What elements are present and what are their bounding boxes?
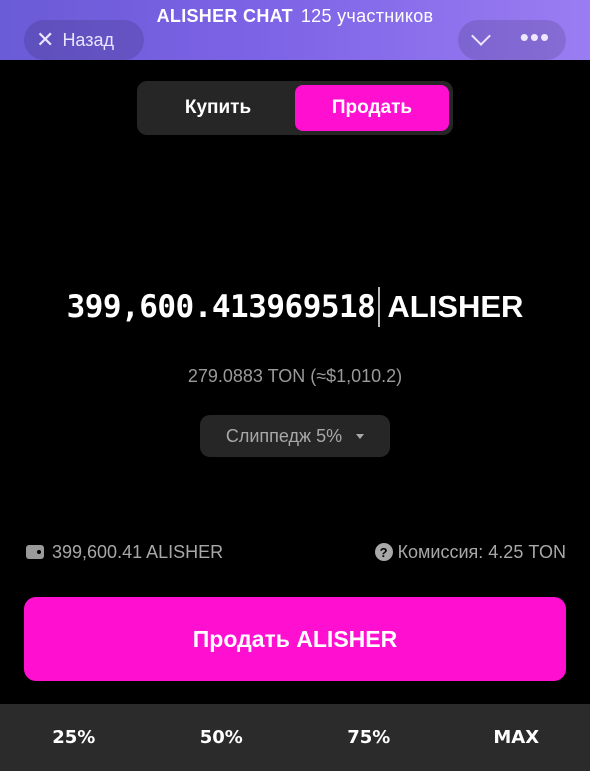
amount-input[interactable]: 399,600.413969518 ALISHER <box>0 282 590 332</box>
caret-down-icon <box>356 433 365 439</box>
sell-button[interactable]: Продать ALISHER <box>24 597 566 681</box>
back-label: Назад <box>62 29 115 50</box>
chat-name: ALISHER CHAT <box>156 6 293 26</box>
slippage-selector[interactable]: Слиппедж 5% <box>200 415 390 457</box>
tab-sell[interactable]: Продать <box>295 85 449 131</box>
header-actions: ••• <box>458 20 566 60</box>
slippage-label: Слиппедж 5% <box>225 425 343 446</box>
member-count: 125 участников <box>300 6 434 26</box>
quick-amount-max[interactable]: MAX <box>443 727 590 748</box>
buy-sell-toggle: Купить Продать <box>137 81 453 135</box>
quick-amount-75[interactable]: 75% <box>295 727 443 748</box>
info-row: 399,600.41 ALISHER ? Комиссия: 4.25 TON <box>26 540 566 564</box>
chat-header: ALISHER CHAT 125 участников ✕ Назад ••• <box>0 0 590 60</box>
chevron-down-icon[interactable] <box>471 26 491 46</box>
back-button[interactable]: ✕ Назад <box>24 20 144 60</box>
sell-screen: ALISHER CHAT 125 участников ✕ Назад ••• К… <box>0 0 590 771</box>
tab-buy[interactable]: Купить <box>141 85 295 131</box>
help-icon: ? <box>374 543 393 561</box>
commission[interactable]: ? Комиссия: 4.25 TON <box>374 541 566 563</box>
commission-value: Комиссия: 4.25 TON <box>397 541 566 562</box>
text-cursor <box>378 287 381 327</box>
amount-ticker: ALISHER <box>387 289 524 324</box>
balance: 399,600.41 ALISHER <box>26 542 223 563</box>
close-icon: ✕ <box>36 27 55 52</box>
quick-amount-50[interactable]: 50% <box>148 727 296 748</box>
amount-value: 399,600.413969518 <box>66 289 376 325</box>
wallet-icon <box>26 545 44 559</box>
quick-amount-bar: 25% 50% 75% MAX <box>0 704 590 771</box>
more-icon[interactable]: ••• <box>520 24 550 50</box>
conversion-value: 279.0883 TON (≈$1,010.2) <box>187 366 403 386</box>
balance-value: 399,600.41 ALISHER <box>52 541 224 562</box>
quick-amount-25[interactable]: 25% <box>0 727 148 748</box>
